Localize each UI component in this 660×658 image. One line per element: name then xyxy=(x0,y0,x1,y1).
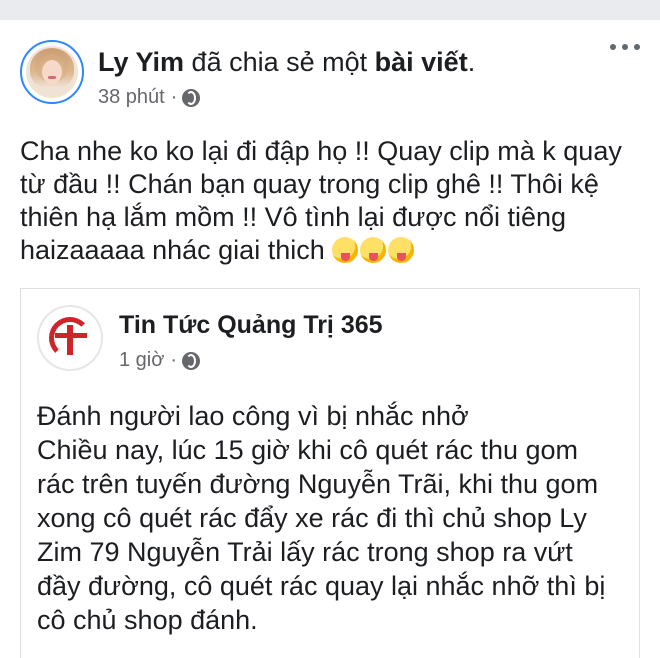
header-line: Ly Yim đã chia sẻ một bài viết. xyxy=(98,46,475,78)
more-dot xyxy=(622,44,628,50)
post-meta: 38 phút · xyxy=(98,86,201,109)
shared-text-line: đầy đường, cô quét rác quay lại nhắc nhỡ… xyxy=(37,571,606,601)
post-text-line: haizaaaaa nhác giai thich xyxy=(20,235,325,265)
action-text: đã chia sẻ một xyxy=(184,47,375,77)
shared-text-line: cô chủ shop đánh. xyxy=(37,605,258,635)
post-time[interactable]: 38 phút xyxy=(98,86,165,109)
top-strip xyxy=(0,0,660,21)
more-dot xyxy=(610,44,616,50)
shared-page-name[interactable]: Tin Tức Quảng Trị 365 xyxy=(119,311,383,340)
shared-meta: 1 giờ · xyxy=(119,349,201,372)
author-avatar[interactable] xyxy=(20,40,84,104)
shared-post[interactable]: Tin Tức Quảng Trị 365 1 giờ · Đánh người… xyxy=(20,288,640,658)
post-card: Ly Yim đã chia sẻ một bài viết. 38 phút … xyxy=(0,20,660,658)
post-text-line: thiên hạ lắm mồm !! Vô tình lại được nổi… xyxy=(20,202,567,232)
tongue-out-emoji-icon xyxy=(388,237,415,263)
meta-separator: · xyxy=(170,86,178,108)
post-text-line: từ đầu !! Chán bạn quay trong clip ghê !… xyxy=(20,169,599,199)
shared-text-line: Chiều nay, lúc 15 giờ khi cô quét rác th… xyxy=(37,435,579,465)
action-suffix: . xyxy=(467,47,476,77)
shared-time[interactable]: 1 giờ xyxy=(119,349,164,372)
shared-text-line: xong cô quét rác đẩy xe rác đi thì chủ s… xyxy=(37,503,587,533)
logo-post xyxy=(67,325,73,355)
globe-icon xyxy=(182,88,201,107)
header-text: Ly Yim đã chia sẻ một bài viết. xyxy=(98,46,475,78)
post-text-line-last: haizaaaaa nhác giai thich xyxy=(20,234,640,267)
avatar-photo xyxy=(26,46,78,98)
author-name[interactable]: Ly Yim xyxy=(98,47,184,77)
shared-object-link[interactable]: bài viết xyxy=(375,47,468,77)
shared-text-line: Zim 79 Nguyễn Trải lấy rác trong shop ra… xyxy=(37,537,573,567)
shared-meta-separator: · xyxy=(170,349,178,371)
more-dot xyxy=(634,44,640,50)
tongue-out-emoji-icon xyxy=(360,237,387,263)
post-text-line: Cha nhe ko ko lại đi đập họ !! Quay clip… xyxy=(20,136,622,166)
post-text: Cha nhe ko ko lại đi đập họ !! Quay clip… xyxy=(20,135,640,267)
page-logo[interactable] xyxy=(37,305,103,371)
post-header: Ly Yim đã chia sẻ một bài viết. 38 phút … xyxy=(20,40,640,110)
more-options-icon[interactable] xyxy=(610,44,640,54)
globe-icon xyxy=(182,351,201,370)
shared-text-line: Đánh người lao công vì bị nhắc nhở xyxy=(37,401,469,431)
shared-text: Đánh người lao công vì bị nhắc nhở Chiều… xyxy=(37,399,632,637)
shared-text-line: rác trên tuyến đường Nguyễn Trãi, khi th… xyxy=(37,469,599,499)
avatar-face xyxy=(42,60,62,84)
avatar-lips xyxy=(48,76,56,79)
tongue-out-emoji-icon xyxy=(332,237,359,263)
